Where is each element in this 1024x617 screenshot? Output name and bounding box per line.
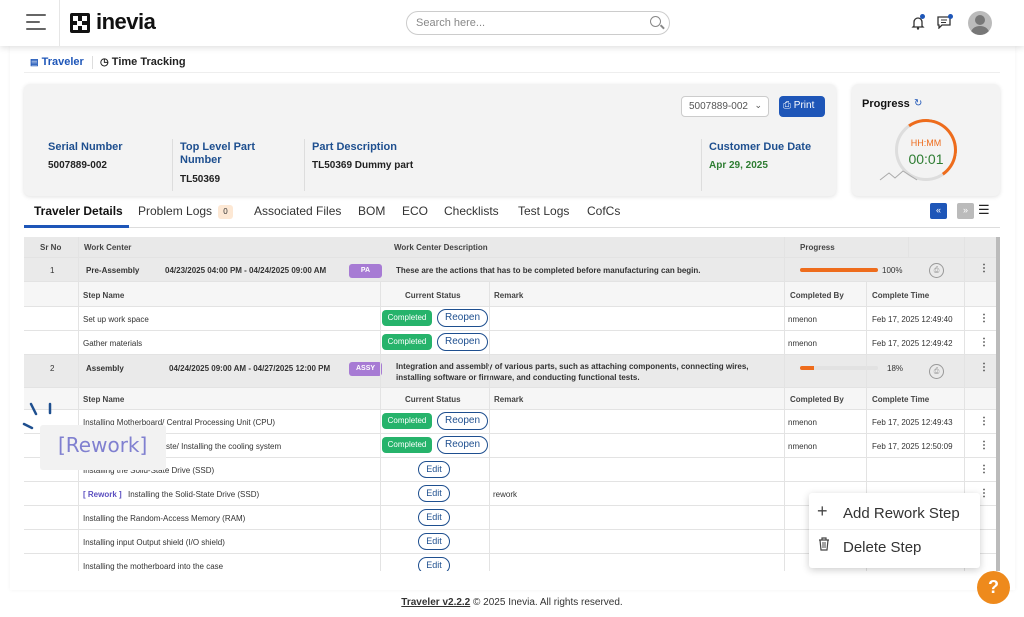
edit-button[interactable]: Edit bbox=[418, 461, 450, 478]
gauge-time: 00:01 bbox=[908, 151, 944, 167]
more-options-icon[interactable]: ⋮ bbox=[979, 416, 989, 427]
status-badge: Completed bbox=[382, 413, 432, 429]
document-icon[interactable]: ⎙ bbox=[929, 364, 944, 379]
step-header: Step Name Current Status Remark Complete… bbox=[24, 282, 996, 307]
tab-eco[interactable]: ECO bbox=[402, 204, 428, 218]
workcenter-tag: ASSY bbox=[349, 362, 382, 376]
table-row[interactable]: Installing the Solid-State Drive (SSD) E… bbox=[24, 458, 996, 482]
print-button[interactable]: ⎙ Print bbox=[779, 96, 825, 117]
status-badge: Completed bbox=[382, 334, 432, 350]
workcenter-row-assembly[interactable]: 2 Assembly 04/24/2025 09:00 AM - 04/27/2… bbox=[24, 355, 996, 388]
due-label: Customer Due Date bbox=[709, 141, 812, 153]
subtab-traveler[interactable]: ▤ Traveler bbox=[30, 56, 84, 68]
copyright: © 2025 Inevia. All rights reserved. bbox=[473, 597, 623, 608]
footer: Traveler v2.2.2 © 2025 Inevia. All right… bbox=[0, 597, 1024, 608]
mountain-icon bbox=[879, 170, 918, 181]
rework-label: [ Rework ] bbox=[83, 490, 122, 499]
serial-select[interactable]: 5007889-002 ⌄ bbox=[681, 96, 769, 117]
more-options-icon[interactable]: ⋮ bbox=[979, 440, 989, 451]
tab-cofcs[interactable]: CofCs bbox=[587, 204, 620, 218]
serial-label: Serial Number bbox=[48, 141, 123, 153]
desc-label: Part Description bbox=[312, 141, 397, 153]
collapse-left-button[interactable]: « bbox=[930, 203, 947, 219]
scrollbar[interactable] bbox=[996, 237, 1000, 571]
divider bbox=[59, 0, 60, 46]
table-header: Sr No Work Center Work Center Descriptio… bbox=[24, 237, 996, 258]
more-options-icon[interactable]: ⋮ bbox=[979, 313, 989, 324]
tlp-label-1: Top Level Part bbox=[180, 141, 255, 153]
reopen-button[interactable]: Reopen bbox=[437, 333, 488, 351]
search-placeholder: Search here... bbox=[416, 17, 486, 29]
logo-icon bbox=[70, 13, 90, 33]
printer-icon: ⎙ bbox=[783, 100, 791, 111]
tab-bar: Traveler Details Problem Logs Associated… bbox=[24, 201, 1000, 228]
refresh-icon[interactable]: ↻ bbox=[914, 98, 922, 109]
edit-button[interactable]: Edit bbox=[418, 557, 450, 571]
add-rework-step-item[interactable]: + Add Rework Step bbox=[809, 497, 980, 530]
logo: inevia bbox=[96, 9, 156, 34]
more-options-icon[interactable]: ⋮ bbox=[979, 464, 989, 475]
tlp-label-2: Number bbox=[180, 154, 222, 166]
chevron-down-icon: ⌄ bbox=[754, 100, 762, 110]
clock-icon: ◷ bbox=[100, 57, 109, 68]
serial-value: 5007889-002 bbox=[48, 160, 107, 171]
version-link[interactable]: Traveler v2.2.2 bbox=[401, 597, 470, 608]
table-row[interactable]: Set up work space Completed Reopen nmeno… bbox=[24, 307, 996, 331]
gauge-unit: HH:MM bbox=[910, 138, 942, 148]
reopen-button[interactable]: Reopen bbox=[437, 309, 488, 327]
due-value: Apr 29, 2025 bbox=[709, 160, 768, 171]
list-view-icon[interactable]: ☰ bbox=[978, 202, 990, 218]
trash-icon bbox=[819, 537, 829, 551]
more-options-icon[interactable]: ⋮ bbox=[979, 263, 989, 274]
status-badge: Completed bbox=[382, 310, 432, 326]
edit-button[interactable]: Edit bbox=[418, 485, 450, 502]
more-options-icon[interactable]: ⋮ bbox=[979, 362, 989, 373]
notification-dot bbox=[920, 14, 925, 19]
search-icon[interactable] bbox=[650, 16, 661, 27]
tab-traveler-details[interactable]: Traveler Details bbox=[34, 204, 123, 218]
progress-title: Progress bbox=[862, 98, 910, 110]
avatar[interactable] bbox=[968, 11, 992, 35]
tab-problem-logs[interactable]: Problem Logs bbox=[138, 204, 212, 218]
delete-step-item[interactable]: Delete Step bbox=[809, 531, 980, 564]
reopen-button[interactable]: Reopen bbox=[437, 412, 488, 430]
search-input[interactable]: Search here... bbox=[406, 11, 670, 35]
table-row[interactable]: Installing Motherboard/ Central Processi… bbox=[24, 410, 996, 434]
top-bar: inevia Search here... bbox=[0, 0, 1024, 46]
subtab-time-tracking[interactable]: ◷ Time Tracking bbox=[100, 56, 186, 68]
menu-icon[interactable] bbox=[26, 14, 46, 35]
help-button[interactable]: ? bbox=[977, 571, 1010, 604]
document-icon[interactable]: ⎙ bbox=[929, 263, 944, 278]
tab-associated-files[interactable]: Associated Files bbox=[254, 204, 341, 218]
desc-value: TL50369 Dummy part bbox=[312, 160, 414, 171]
plus-icon: + bbox=[817, 501, 828, 521]
tab-bom[interactable]: BOM bbox=[358, 204, 385, 218]
edit-button[interactable]: Edit bbox=[418, 533, 450, 550]
message-dot bbox=[948, 14, 953, 19]
rework-callout: [Rework] bbox=[40, 425, 166, 470]
more-options-icon[interactable]: ⋮ bbox=[979, 337, 989, 348]
table-row[interactable]: Gather materials Completed Reopen nmenon… bbox=[24, 331, 996, 355]
table-row[interactable]: ste/ Installing the cooling system Compl… bbox=[24, 434, 996, 458]
tab-test-logs[interactable]: Test Logs bbox=[518, 204, 569, 218]
tlp-value: TL50369 bbox=[180, 174, 221, 185]
tab-checklists[interactable]: Checklists bbox=[444, 204, 499, 218]
progress-bar bbox=[800, 268, 878, 272]
context-menu: + Add Rework Step Delete Step bbox=[809, 493, 980, 568]
step-header: Step Name Current Status Remark Complete… bbox=[24, 388, 996, 410]
edit-button[interactable]: Edit bbox=[418, 509, 450, 526]
workcenter-row-pre-assembly[interactable]: 1 Pre-Assembly 04/23/2025 04:00 PM - 04/… bbox=[24, 258, 996, 282]
problem-logs-count: 0 bbox=[218, 205, 233, 219]
workcenter-tag: PA bbox=[349, 264, 382, 278]
reopen-button[interactable]: Reopen bbox=[437, 436, 488, 454]
status-badge: Completed bbox=[382, 437, 432, 453]
list-icon: ▤ bbox=[30, 57, 39, 67]
active-tab-indicator bbox=[24, 225, 129, 228]
expand-right-button[interactable]: » bbox=[957, 203, 974, 219]
more-options-icon[interactable]: ⋮ bbox=[979, 488, 989, 499]
